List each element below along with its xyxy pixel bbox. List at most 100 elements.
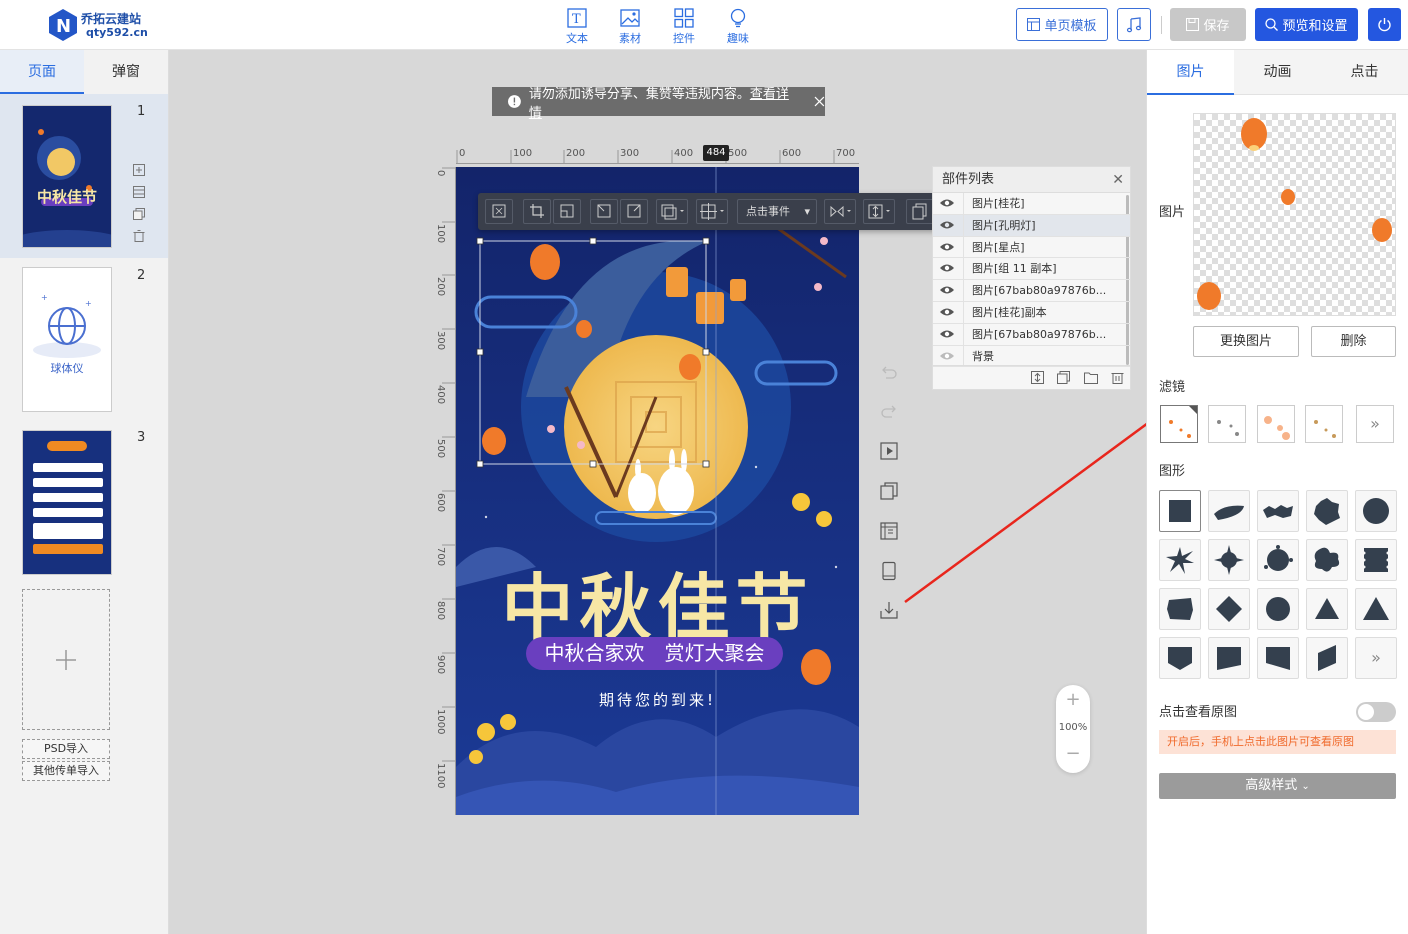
shape-flag-icon[interactable] — [1208, 637, 1250, 679]
tab-pages[interactable]: 页面 — [0, 50, 84, 94]
shape-rough-circle-icon[interactable] — [1355, 490, 1397, 532]
copy-icon[interactable] — [906, 199, 934, 224]
tool-material[interactable]: 素材 — [610, 8, 650, 46]
shape-splatter-icon[interactable] — [1208, 539, 1250, 581]
layer-row[interactable]: 图片[桂花] — [933, 193, 1130, 215]
eye-icon[interactable] — [939, 197, 955, 209]
page-thumbnail-3[interactable] — [22, 430, 112, 575]
svg-text:T: T — [572, 12, 581, 27]
fit-icon[interactable] — [485, 199, 513, 224]
shape-circle-icon[interactable] — [1257, 588, 1299, 630]
shape-parallelogram-icon[interactable] — [1306, 637, 1348, 679]
eye-icon[interactable] — [939, 306, 955, 318]
other-import-button[interactable]: 其他传单导入 — [22, 761, 110, 781]
shape-brush-stroke-icon[interactable] — [1208, 490, 1250, 532]
view-original-toggle[interactable] — [1356, 702, 1396, 722]
shape-diamond-icon[interactable] — [1208, 588, 1250, 630]
layout-icon[interactable] — [133, 186, 149, 202]
tool-fun[interactable]: 趣味 — [718, 8, 758, 46]
rotate-icon[interactable] — [620, 199, 648, 224]
mirror-dropdown[interactable] — [824, 199, 856, 224]
resize-icon[interactable] — [553, 199, 581, 224]
ruler-tick: 500 — [435, 439, 446, 458]
page-thumbnail-2[interactable]: + + 球体仪 — [22, 267, 112, 412]
ruler-tick: 700 — [836, 148, 855, 159]
shape-rough-square-icon[interactable] — [1159, 588, 1201, 630]
warning-icon — [508, 95, 521, 108]
tool-material-label: 素材 — [619, 32, 641, 45]
ruler-tick: 0 — [459, 148, 465, 159]
eye-icon[interactable] — [939, 284, 955, 296]
power-button[interactable] — [1368, 8, 1401, 41]
shape-amoeba-icon[interactable] — [1306, 539, 1348, 581]
eye-icon[interactable] — [939, 219, 955, 231]
filter-option-gray[interactable] — [1208, 405, 1246, 443]
eye-icon[interactable] — [939, 241, 955, 253]
tool-widgets[interactable]: 控件 — [664, 8, 704, 46]
ruler-horizontal: 0 100 200 300 400 500 600 700 — [456, 148, 859, 164]
poster-subtitle-pill[interactable]: 中秋合家欢 赏灯大聚会 — [526, 637, 783, 670]
save-button[interactable]: 保存 — [1170, 8, 1246, 41]
poster-tagline[interactable]: 期待您的到来! — [456, 689, 859, 710]
replace-image-button[interactable]: 更换图片 — [1193, 326, 1299, 357]
eye-icon[interactable] — [939, 262, 955, 274]
layer-order-dropdown[interactable] — [863, 199, 895, 224]
align-dropdown[interactable] — [696, 199, 728, 224]
add-page-button[interactable] — [22, 589, 110, 730]
shape-splash-icon[interactable] — [1159, 539, 1201, 581]
layer-row[interactable]: 图片[67bab80a97876b... — [933, 280, 1130, 302]
filter-option-vintage[interactable] — [1305, 405, 1343, 443]
tab-image[interactable]: 图片 — [1147, 50, 1234, 95]
layer-row[interactable]: 图片[67bab80a97876b... — [933, 323, 1130, 346]
tool-text[interactable]: T 文本 — [557, 8, 597, 46]
layer-row[interactable]: 图片[星点] — [933, 236, 1130, 259]
copy-page-icon[interactable] — [133, 208, 149, 224]
page-thumbnail-1[interactable]: 中秋佳节 — [22, 105, 112, 248]
delete-image-button[interactable]: 删除 — [1311, 326, 1396, 357]
psd-import-button[interactable]: PSD导入 — [22, 739, 110, 759]
shape-stamp-icon[interactable] — [1355, 539, 1397, 581]
shape-blob-icon[interactable] — [1306, 490, 1348, 532]
shape-rectangle-icon[interactable] — [1159, 490, 1201, 532]
music-button[interactable] — [1117, 8, 1151, 41]
filter-option-blur[interactable] — [1257, 405, 1295, 443]
crop-icon[interactable] — [523, 199, 551, 224]
zoom-out-button[interactable]: − — [1056, 743, 1090, 764]
eye-icon[interactable] — [939, 328, 955, 340]
filter-option-original[interactable] — [1160, 405, 1198, 443]
add-page-icon[interactable] — [133, 164, 149, 180]
shape-more-button[interactable]: » — [1355, 637, 1397, 679]
tab-popups[interactable]: 弹窗 — [84, 50, 168, 94]
shape-rough-stroke-icon[interactable] — [1257, 490, 1299, 532]
shape-triangle-icon[interactable] — [1306, 588, 1348, 630]
ruler-tick: 400 — [674, 148, 693, 159]
shape-pentagon-icon[interactable] — [1159, 637, 1201, 679]
layer-row-selected[interactable]: 图片[孔明灯] — [933, 214, 1130, 237]
page-item-2[interactable]: 2 + + 球体仪 — [0, 258, 168, 422]
ruler-tick: 300 — [435, 331, 446, 350]
preview-settings-button[interactable]: 预览和设置 — [1255, 8, 1358, 41]
delete-page-icon[interactable] — [133, 230, 149, 246]
page-item-3[interactable]: 3 — [0, 422, 168, 586]
page-item-1[interactable]: 1 中秋佳节 — [0, 94, 168, 258]
advanced-style-button[interactable]: 高级样式 ⌄ — [1159, 773, 1396, 799]
bulb-icon — [730, 8, 746, 28]
design-canvas[interactable]: 中秋佳节 中秋合家欢 赏灯大聚会 期待您的到来! — [456, 167, 859, 815]
close-icon[interactable] — [814, 96, 825, 107]
click-event-select[interactable]: 点击事件 ▾ — [737, 199, 817, 224]
close-icon[interactable]: ✕ — [1112, 167, 1124, 193]
shape-slant-icon[interactable] — [1257, 637, 1299, 679]
zoom-in-button[interactable]: + — [1056, 689, 1090, 710]
layer-row[interactable]: 图片[桂花]副本 — [933, 301, 1130, 324]
shape-burst-icon[interactable] — [1257, 539, 1299, 581]
filter-more-button[interactable]: » — [1356, 405, 1394, 443]
shape-triangle-large-icon[interactable] — [1355, 588, 1397, 630]
flip-icon[interactable] — [590, 199, 618, 224]
logo[interactable]: N 乔拓云建站 qty592.cn — [48, 8, 178, 42]
notice-text: 请勿添加诱导分享、集赞等违规内容。 — [528, 86, 750, 102]
layer-row[interactable]: 图片[组 11 副本] — [933, 258, 1130, 281]
tab-click[interactable]: 点击 — [1321, 50, 1408, 95]
template-button[interactable]: 单页模板 — [1016, 8, 1108, 41]
shadow-dropdown[interactable] — [656, 199, 688, 224]
tab-animation[interactable]: 动画 — [1234, 50, 1321, 95]
